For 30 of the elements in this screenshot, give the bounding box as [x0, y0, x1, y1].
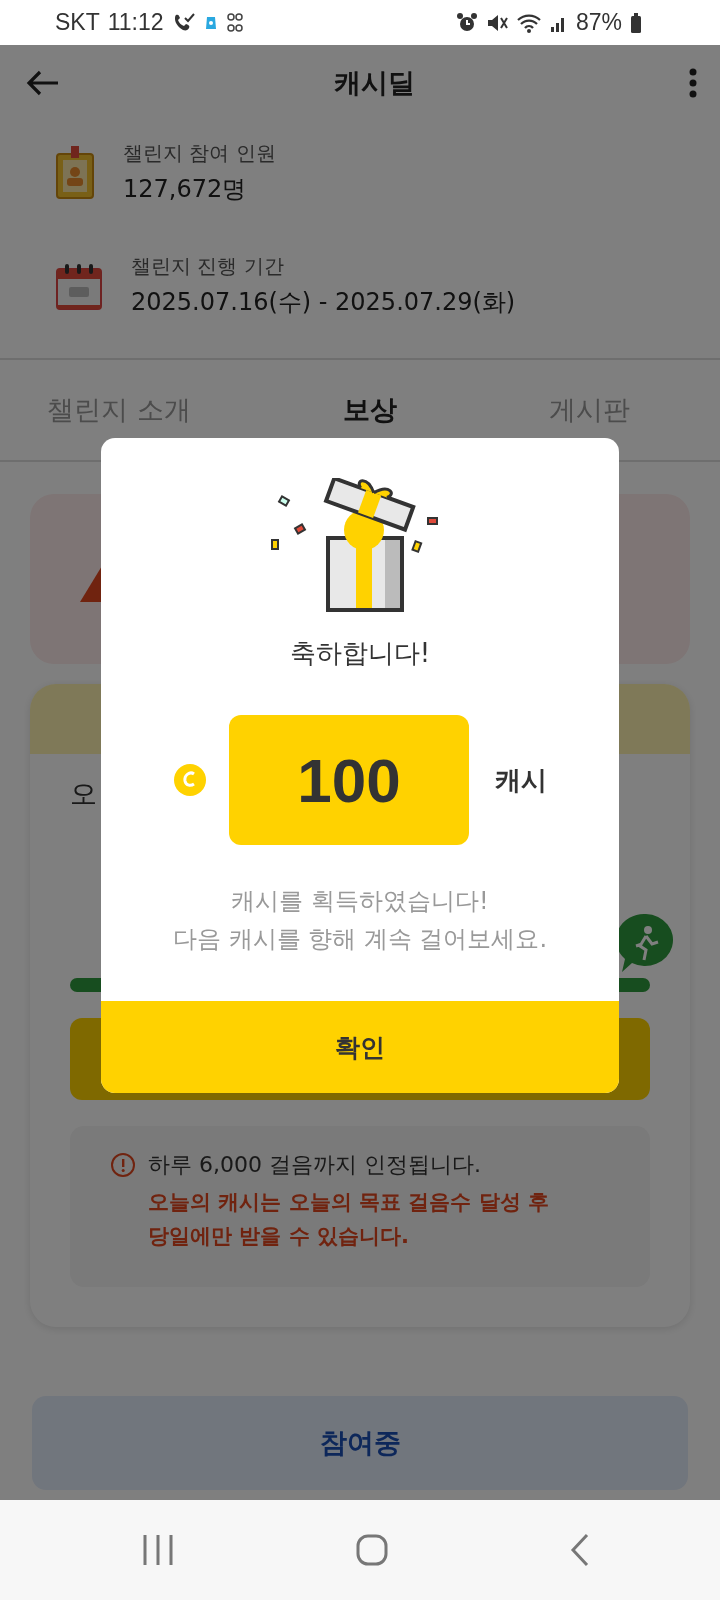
coin-icon [173, 763, 207, 797]
carrier-label: SKT [55, 9, 100, 36]
info-label: 챌린지 진행 기간 [131, 253, 285, 280]
dialog-message: 다음 캐시를 향해 계속 걸어보세요. [172, 924, 548, 955]
home-icon[interactable] [356, 1534, 388, 1566]
confirm-button[interactable]: 확인 [101, 1001, 619, 1093]
back-icon[interactable] [570, 1533, 590, 1567]
dialog-message: 캐시를 획득하였습니다! [231, 886, 489, 917]
card-heading: 오 [70, 777, 97, 811]
more-options-icon[interactable] [688, 67, 698, 98]
notice-text: 하루 6,000 걸음까지 인정됩니다. [148, 1151, 481, 1179]
info-value: 127,672명 [123, 174, 248, 205]
alarm-icon [455, 11, 478, 34]
clock: 11:12 [107, 9, 164, 36]
app-grid-icon [225, 10, 246, 35]
reward-amount: 100 [229, 715, 469, 845]
alert-circle-icon [110, 1152, 136, 1178]
join-button[interactable]: 참여중 [32, 1396, 688, 1490]
recent-apps-icon[interactable] [142, 1533, 174, 1567]
back-arrow-icon[interactable] [26, 68, 60, 97]
info-label: 챌린지 참여 인원 [123, 140, 276, 167]
warning-text: 오늘의 캐시는 오늘의 목표 걸음수 달성 후 당일에만 받을 수 있습니다. [148, 1189, 550, 1250]
id-badge-icon [55, 145, 95, 200]
screen-title: 캐시딜 [333, 65, 415, 100]
tab[interactable]: 보상 [342, 392, 397, 428]
battery-percentage: 87% [575, 9, 622, 36]
battery-icon [630, 11, 642, 34]
dialog-title: 축하합니다! [289, 637, 431, 670]
unit-label: 캐시 [495, 763, 547, 797]
info-value: 2025.07.16(수) - 2025.07.29(화) [131, 287, 516, 318]
